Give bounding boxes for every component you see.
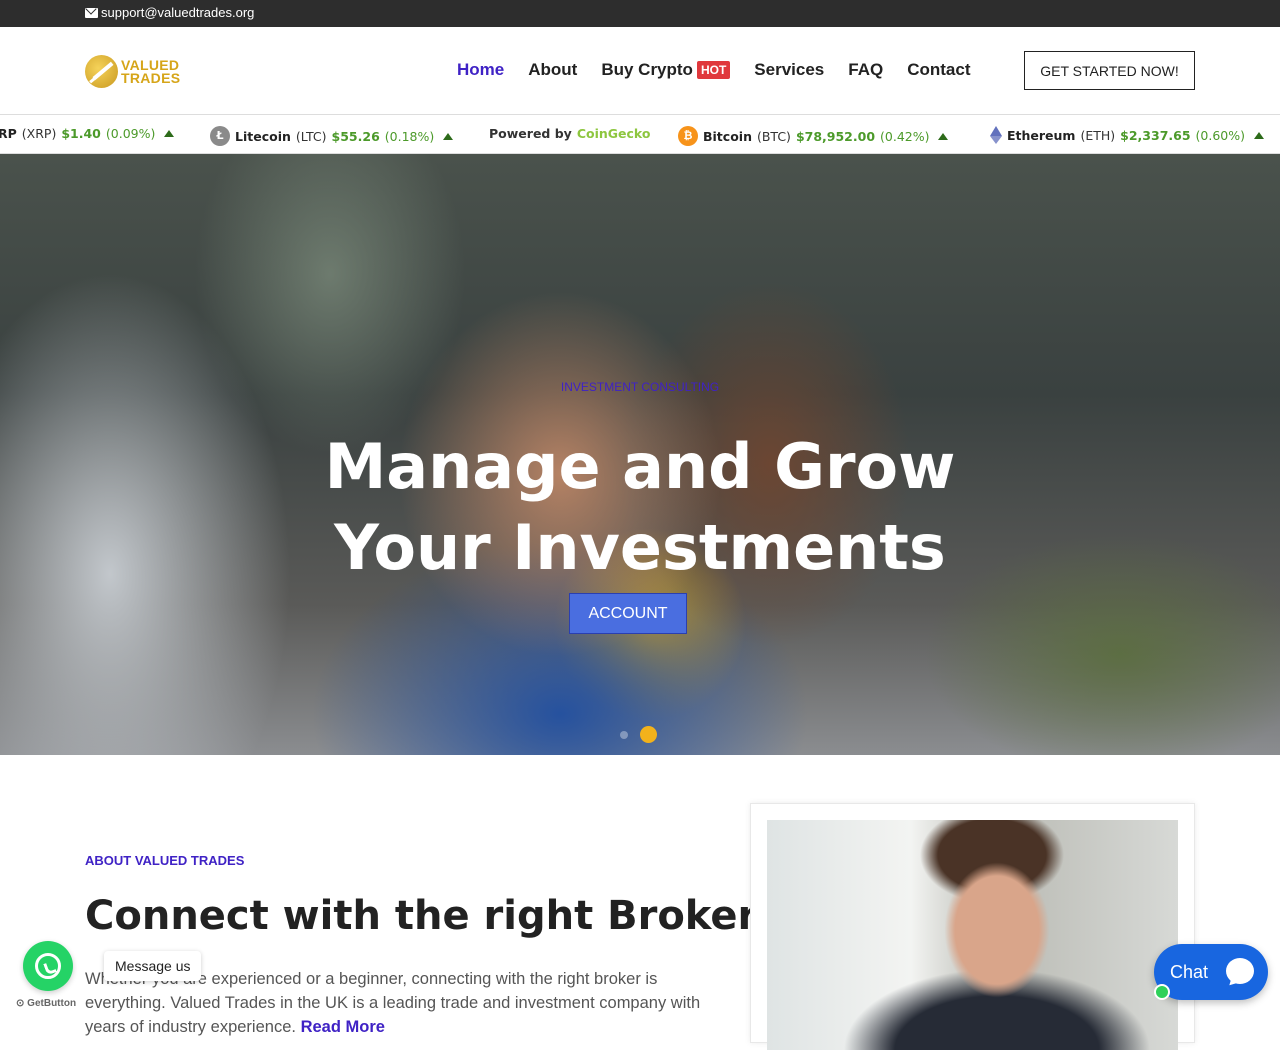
site-header: VALUED TRADES Home About Buy Crypto HOT …: [0, 27, 1280, 114]
ticker-item-xrp[interactable]: RP (XRP) $1.40 (0.09%): [0, 126, 175, 141]
main-nav: Home About Buy Crypto HOT Services FAQ C…: [457, 60, 994, 80]
logo-text: VALUED TRADES: [121, 58, 181, 86]
ethereum-icon: [990, 126, 1002, 144]
about-title: Connect with the right Broker.: [85, 893, 767, 939]
slider-dot-1[interactable]: [620, 730, 628, 739]
about-eyebrow: ABOUT VALUED TRADES: [85, 853, 245, 868]
bitcoin-icon: ₿: [678, 126, 698, 146]
chat-bubble-icon: [1226, 958, 1254, 984]
hot-badge: HOT: [696, 61, 731, 79]
broker-photo: [767, 820, 1178, 1050]
whatsapp-button[interactable]: [23, 941, 73, 991]
ticker-symbol: (ETH): [1080, 127, 1116, 143]
ticker-item-ltc[interactable]: Ł Litecoin (LTC) $55.26 (0.18%): [210, 126, 454, 146]
ticker-change: (0.09%): [105, 126, 156, 141]
nav-buy-crypto-label: Buy Crypto: [601, 60, 693, 79]
hero-slider: INVESTMENT CONSULTING Manage and Grow Yo…: [0, 154, 1280, 755]
whatsapp-message-label[interactable]: Message us: [104, 951, 202, 981]
nav-buy-crypto[interactable]: Buy Crypto HOT: [601, 60, 731, 80]
crypto-ticker: RP (XRP) $1.40 (0.09%) Ł Litecoin (LTC) …: [0, 114, 1280, 154]
nav-faq[interactable]: FAQ: [848, 60, 883, 80]
logo-line2: TRADES: [121, 69, 181, 86]
ticker-name: Bitcoin: [703, 128, 752, 144]
ticker-change: (0.18%): [384, 128, 435, 144]
ticker-symbol: (LTC): [295, 128, 327, 144]
about-photo-card: [750, 803, 1195, 1050]
chat-widget-button[interactable]: Chat: [1154, 944, 1268, 1000]
nav-about[interactable]: About: [528, 60, 577, 80]
up-arrow-icon: [1254, 131, 1265, 139]
ticker-price: $2,337.65: [1120, 127, 1191, 143]
site-logo[interactable]: VALUED TRADES: [85, 55, 180, 88]
account-button[interactable]: ACCOUNT: [569, 593, 687, 634]
online-status-icon: [1154, 984, 1170, 1000]
ticker-name: Litecoin: [235, 128, 291, 144]
powered-by-coingecko[interactable]: Powered by CoinGecko: [489, 126, 650, 141]
envelope-icon: [85, 7, 98, 18]
about-text-line3: experience.: [210, 1018, 296, 1036]
getbutton-credit[interactable]: ⊙ GetButton: [16, 998, 76, 1009]
hero-title: Manage and Grow Your Investments: [0, 426, 1280, 588]
ticker-symbol: (XRP): [21, 126, 57, 141]
ticker-item-btc[interactable]: ₿ Bitcoin (BTC) $78,952.00 (0.42%): [678, 126, 949, 146]
support-email-link[interactable]: support@valuedtrades.org: [85, 5, 254, 20]
ticker-symbol: (BTC): [756, 128, 791, 144]
about-text-line2: Valued Trades in the UK is a leading tra…: [85, 994, 701, 1036]
top-bar: support@valuedtrades.org: [0, 0, 1280, 27]
ticker-price: $78,952.00: [795, 128, 876, 144]
powered-prefix: Powered by: [489, 126, 572, 141]
nav-services[interactable]: Services: [754, 60, 824, 80]
support-email-text: support@valuedtrades.org: [101, 5, 255, 20]
up-arrow-icon: [443, 132, 454, 140]
ticker-change: (0.42%): [880, 128, 930, 144]
whatsapp-icon: [35, 953, 61, 979]
logo-mark-icon: [85, 55, 118, 88]
ticker-price: $1.40: [61, 126, 101, 141]
ticker-item-eth[interactable]: Ethereum (ETH) $2,337.65 (0.60%): [990, 126, 1265, 144]
up-arrow-icon: [164, 130, 175, 137]
read-more-link[interactable]: Read More: [301, 1018, 385, 1036]
ticker-price: $55.26: [331, 128, 380, 144]
up-arrow-icon: [938, 132, 949, 140]
litecoin-icon: Ł: [210, 126, 230, 146]
slider-dots: [620, 726, 657, 743]
get-started-button[interactable]: GET STARTED NOW!: [1024, 51, 1195, 90]
hero-title-line1: Manage and Grow: [324, 430, 956, 503]
chat-label: Chat: [1170, 961, 1209, 982]
getbutton-text: GetButton: [27, 998, 77, 1009]
nav-home[interactable]: Home: [457, 60, 504, 80]
coingecko-brand: CoinGecko: [576, 126, 651, 141]
hero-title-line2: Your Investments: [334, 511, 946, 584]
ticker-change: (0.60%): [1195, 127, 1246, 143]
nav-contact[interactable]: Contact: [907, 60, 970, 80]
slider-dot-2[interactable]: [640, 726, 657, 743]
ticker-name: Ethereum: [1007, 127, 1076, 143]
ticker-name: RP: [0, 126, 17, 141]
hero-eyebrow: INVESTMENT CONSULTING: [560, 380, 720, 394]
